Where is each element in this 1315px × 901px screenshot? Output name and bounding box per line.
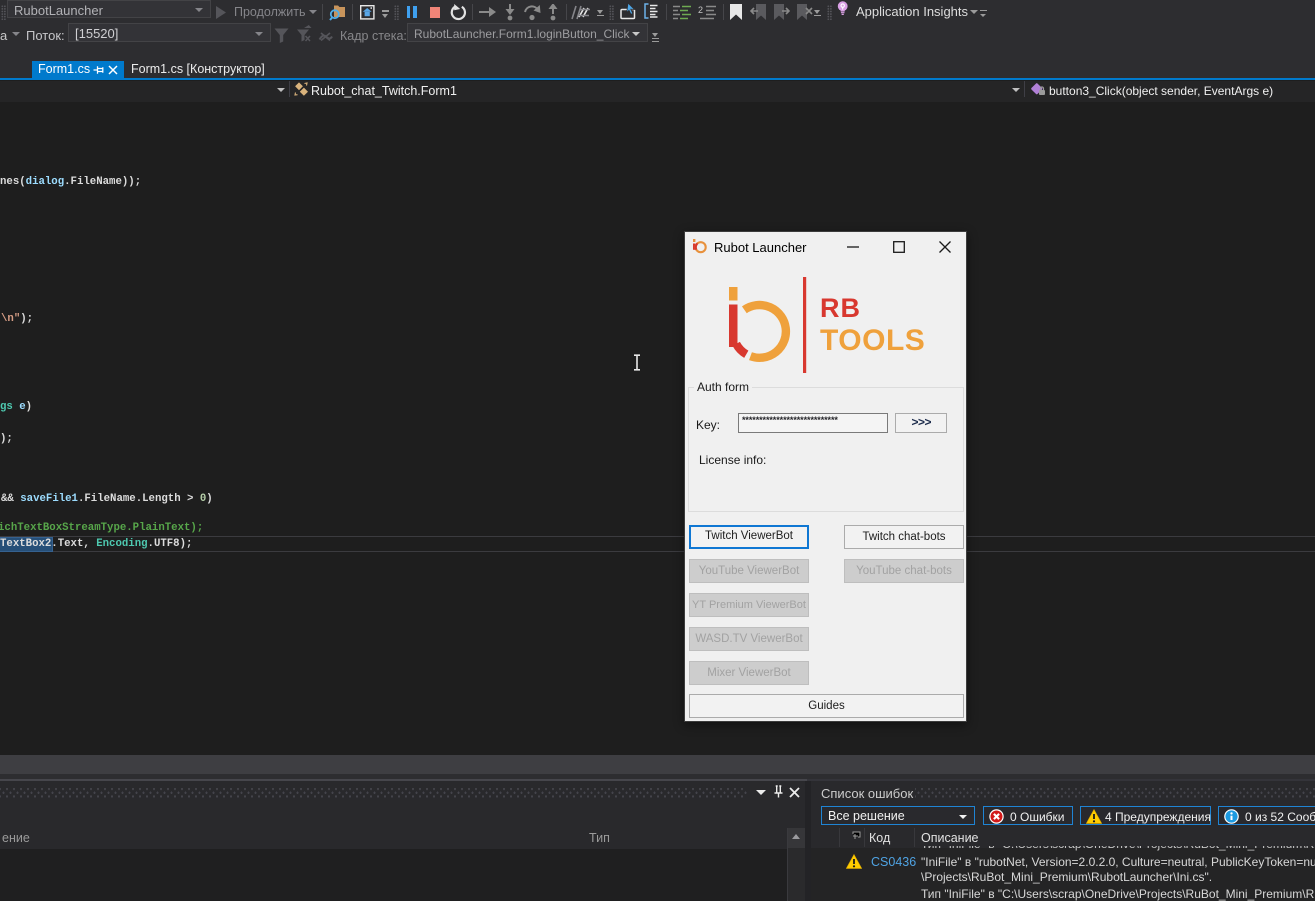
svg-text:RB: RB	[820, 293, 861, 323]
svg-text:2: 2	[698, 5, 703, 15]
svg-text:TOOLS: TOOLS	[820, 324, 925, 357]
